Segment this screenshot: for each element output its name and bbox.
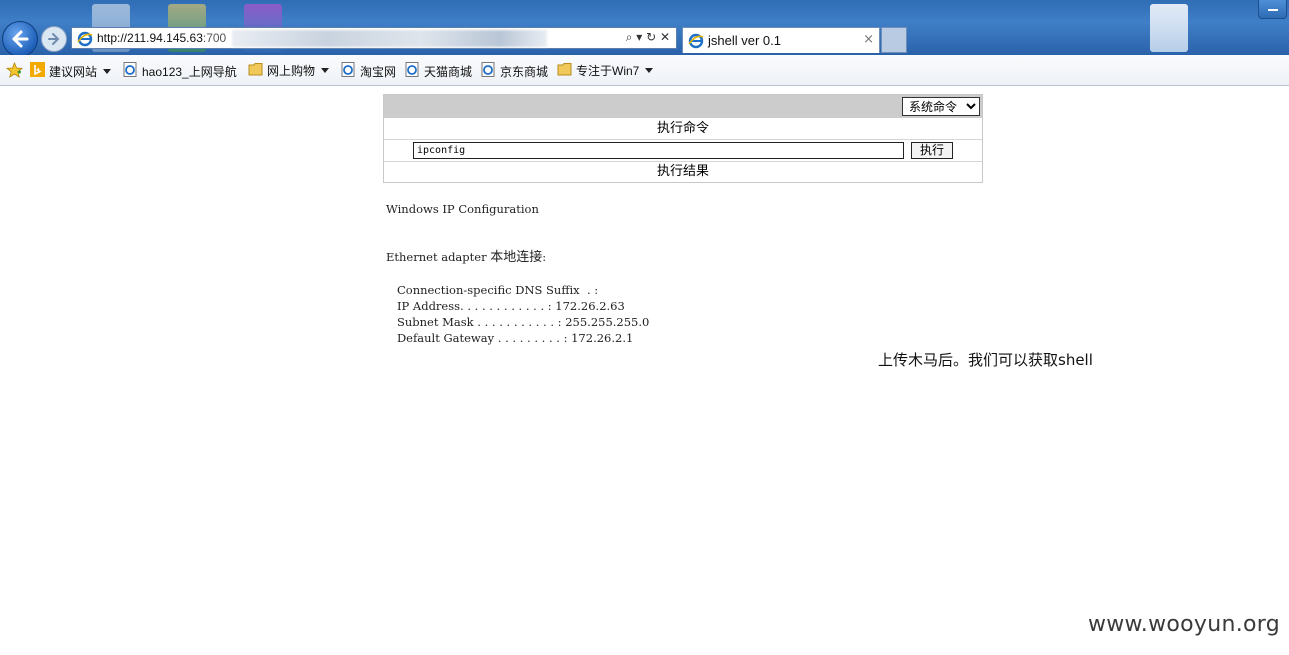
tab-title: jshell ver 0.1 [708,33,781,48]
output-line: IP Address. . . . . . . . . . . . : 172.… [386,299,625,313]
minimize-button[interactable] [1258,0,1287,19]
fav-item-hao123[interactable]: hao123_上网导航 [123,62,237,80]
adapter-name: 本地连接 [490,250,543,265]
adapter-prefix: Ethernet adapter [386,250,491,264]
fav-label: 淘宝网 [360,64,397,79]
folder-icon [557,62,572,79]
chevron-down-icon [321,68,330,73]
ie-page-icon [688,33,704,53]
address-url-port: :700 [202,31,227,45]
ie-page-icon [123,62,138,80]
output-line: Subnet Mask . . . . . . . . . . . : 255.… [386,315,650,329]
output-line: Connection-specific DNS Suffix . : [386,283,599,297]
tab-jshell[interactable]: jshell ver 0.1 × [682,27,880,53]
fav-item-jd[interactable]: 京东商城 [481,62,548,80]
address-url: http://211.94.145.63:700 [97,31,226,45]
mode-select[interactable]: 系统命令 [902,97,980,116]
exec-result-header: 执行结果 [656,164,709,179]
favorites-bar: 建议网站 hao123_上网导航 网上购物 淘宝网 天猫商城 京东商城 专注于W… [0,55,1289,86]
panel-header: 系统命令 [384,95,982,118]
forward-arrow-icon [48,33,60,45]
ie-page-icon [405,62,420,80]
execute-button[interactable]: 执行 [911,142,953,159]
jshell-panel: 系统命令 执行命令 ipconfig 执行 执行结果 [383,94,983,183]
address-tools[interactable]: ⌕ ▾ ↻ ✕ [626,30,670,45]
fav-item-tmall[interactable]: 天猫商城 [405,62,472,80]
back-button[interactable] [2,21,38,55]
desktop-icon [1150,4,1188,52]
output-line: Default Gateway . . . . . . . . . : 172.… [386,331,634,345]
fav-label: 京东商城 [500,64,549,79]
command-input[interactable]: ipconfig [413,142,904,159]
folder-icon [248,62,263,79]
command-output: Windows IP Configuration Ethernet adapte… [386,201,649,346]
fav-label: 建议网站 [49,64,98,79]
forward-button[interactable] [41,26,67,52]
fav-item-suggested-sites[interactable]: 建议网站 [30,62,112,80]
exec-command-header: 执行命令 [384,118,982,140]
new-tab-button[interactable] [881,27,907,53]
redacted-url-blur [232,30,547,47]
fav-label: 天猫商城 [424,64,473,79]
chevron-down-icon [645,68,654,73]
fav-label: hao123_上网导航 [142,64,237,79]
address-bar[interactable]: http://211.94.145.63:700 ⌕ ▾ ↻ ✕ [71,27,677,49]
annotation-caption: 上传木马后。我们可以获取shell [878,351,1093,369]
adapter-suffix: : [542,250,547,264]
tab-close-icon[interactable]: × [863,32,874,47]
output-line: Windows IP Configuration [386,202,539,216]
back-arrow-icon [12,30,29,48]
ie-page-icon [481,62,496,80]
fav-item-taobao[interactable]: 淘宝网 [341,62,396,80]
bing-icon [30,62,45,80]
ie-page-icon [341,62,356,80]
fav-label: 专注于Win7 [576,64,640,78]
favorites-star-icon[interactable] [6,62,23,78]
browser-titlebar: http://211.94.145.63:700 ⌕ ▾ ↻ ✕ jshell … [0,0,1289,55]
fav-item-win7[interactable]: 专注于Win7 [557,62,654,79]
chevron-down-icon [103,68,112,74]
output-line: Ethernet adapter 本地连接: [386,250,547,265]
fav-item-shopping[interactable]: 网上购物 [248,62,330,79]
fav-label: 网上购物 [267,64,316,78]
command-row: ipconfig 执行 [384,139,982,162]
wooyun-watermark: www.wooyun.org [1087,612,1280,637]
address-url-host: http://211.94.145.63 [97,31,203,45]
ie-page-icon [77,31,93,51]
